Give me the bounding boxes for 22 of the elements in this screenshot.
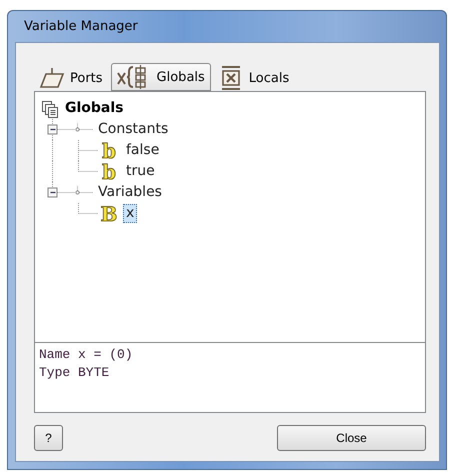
tree-item[interactable]: false [123,141,162,160]
variable-type-icon: b [98,140,120,160]
collapse-toggle-icon[interactable] [48,124,58,134]
collapse-toggle-icon[interactable] [48,188,58,198]
info-line: Name x = (0) [39,346,134,364]
tree-lines [78,203,98,214]
parallelogram-icon [39,67,65,89]
stacked-pages-icon [41,100,59,118]
tab[interactable]: Ports [34,65,109,91]
variable-type-icon: B [98,204,120,224]
tree-item[interactable]: Constants [95,120,172,139]
info-line: Type BYTE [39,364,110,382]
variable-type-icon: b [98,162,120,182]
help-button[interactable]: ? [34,425,63,451]
tab[interactable]: Globals [110,63,211,91]
close-button[interactable]: Close [277,425,426,451]
tree-item[interactable]: Variables [95,183,165,202]
tree-root-label[interactable]: Globals [62,99,127,118]
tab[interactable]: Locals [212,65,296,91]
tree-item[interactable]: true [123,162,158,181]
tree-item[interactable]: x [123,204,138,223]
window-title: Variable Manager [23,18,139,36]
